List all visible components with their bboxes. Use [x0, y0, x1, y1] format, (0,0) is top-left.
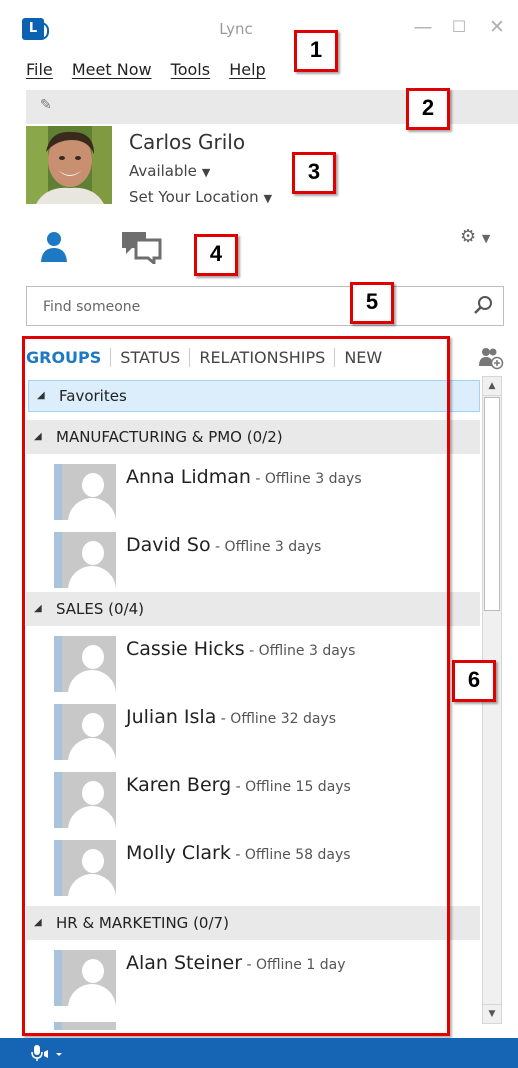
- scroll-up-arrow-icon[interactable]: ▲: [483, 377, 501, 396]
- title-bar: L Lync — ☐ ✕: [0, 0, 518, 56]
- callout-6-outline: [22, 336, 450, 1036]
- presence-dropdown[interactable]: Available ▼: [129, 162, 210, 180]
- lync-logo-icon: L: [22, 18, 49, 40]
- window-title: Lync: [219, 20, 253, 38]
- menu-file[interactable]: File: [26, 60, 53, 79]
- user-avatar[interactable]: [26, 126, 112, 204]
- callout-6: 6: [452, 660, 496, 702]
- microphone-icon[interactable]: [30, 1044, 66, 1066]
- callout-1: 1: [294, 30, 338, 72]
- conversations-tab-icon[interactable]: [120, 228, 164, 267]
- add-contact-icon[interactable]: [478, 346, 504, 370]
- callout-5: 5: [350, 282, 394, 324]
- options-gear-icon[interactable]: ⚙ ▼: [460, 226, 490, 247]
- note-icon: ✎: [40, 97, 52, 113]
- location-label: Set Your Location: [129, 188, 259, 206]
- callout-4: 4: [194, 234, 238, 276]
- scroll-down-arrow-icon[interactable]: ▼: [483, 1004, 501, 1023]
- callout-2: 2: [406, 88, 450, 130]
- menu-bar: File Meet Now Tools Help: [26, 60, 280, 86]
- status-bar: [0, 1038, 518, 1068]
- search-input[interactable]: [41, 287, 465, 327]
- search-box: [26, 286, 504, 327]
- contacts-tab-icon[interactable]: [40, 230, 70, 264]
- caret-down-icon: ▼: [201, 166, 211, 179]
- callout-3: 3: [292, 152, 336, 194]
- caret-down-icon: ▼: [263, 192, 273, 205]
- menu-tools[interactable]: Tools: [171, 60, 210, 79]
- maximize-button[interactable]: ☐: [446, 14, 472, 40]
- search-icon[interactable]: [473, 295, 493, 315]
- user-name: Carlos Grilo: [129, 130, 246, 154]
- scroll-thumb[interactable]: [484, 397, 500, 611]
- minimize-button[interactable]: —: [410, 14, 436, 40]
- close-button[interactable]: ✕: [484, 14, 510, 40]
- location-dropdown[interactable]: Set Your Location ▼: [129, 188, 272, 206]
- presence-label: Available: [129, 162, 197, 180]
- avatar-photo: [26, 126, 112, 204]
- menu-meet-now[interactable]: Meet Now: [72, 60, 152, 79]
- menu-help[interactable]: Help: [229, 60, 265, 79]
